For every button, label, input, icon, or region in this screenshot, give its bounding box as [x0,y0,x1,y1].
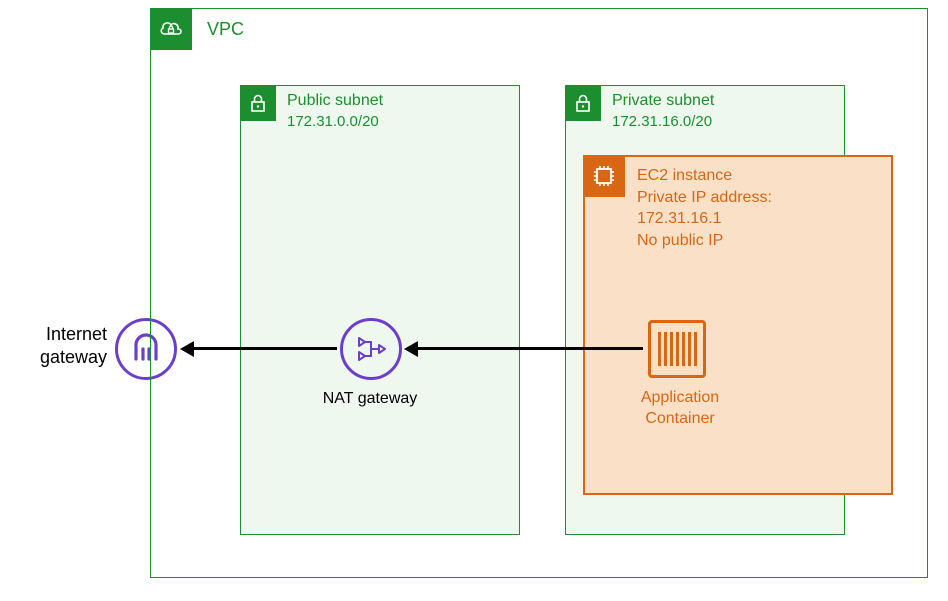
container-bars-icon [658,332,697,366]
vpc-badge [150,8,192,50]
igw-label-line1: Internet [46,324,107,344]
public-subnet-cidr: 172.31.0.0/20 [287,113,379,130]
application-container-icon [648,320,706,378]
private-subnet-badge [565,85,601,121]
nat-gateway-label: NAT gateway [310,390,430,408]
ec2-text: EC2 instance Private IP address: 172.31.… [637,165,772,251]
lock-icon [572,92,594,114]
cloud-lock-icon [157,15,185,43]
nat-gateway-icon [340,318,402,380]
chip-icon [590,162,618,190]
ec2-no-public-ip: No public IP [637,230,772,252]
app-label-line1: Application [641,389,719,406]
nat-icon [351,329,391,369]
public-subnet-badge [240,85,276,121]
private-subnet-cidr: 172.31.16.0/20 [612,113,712,130]
vpc-label: VPC [207,19,244,40]
igw-label-line2: gateway [40,347,107,367]
lock-icon [247,92,269,114]
ec2-instance-box: EC2 instance Private IP address: 172.31.… [583,155,893,495]
application-container-label: Application Container [620,388,740,430]
ec2-title: EC2 instance [637,165,772,187]
architecture-diagram: Internet gateway VPC Publ [0,0,948,601]
app-label-line2: Container [645,410,714,427]
arrow-container-to-nat [415,347,643,350]
public-subnet-box: Public subnet 172.31.0.0/20 [240,85,520,535]
arrowhead-container-to-nat [404,341,418,357]
arrowhead-nat-to-igw [180,341,194,357]
private-subnet-title: Private subnet [612,92,714,110]
arrow-nat-to-igw [192,347,337,350]
public-subnet-title: Public subnet [287,92,383,110]
ec2-ip-label: Private IP address: [637,187,772,209]
internet-gateway-label: Internet gateway [12,323,107,368]
ec2-badge [583,155,625,197]
ec2-ip-value: 172.31.16.1 [637,208,772,230]
